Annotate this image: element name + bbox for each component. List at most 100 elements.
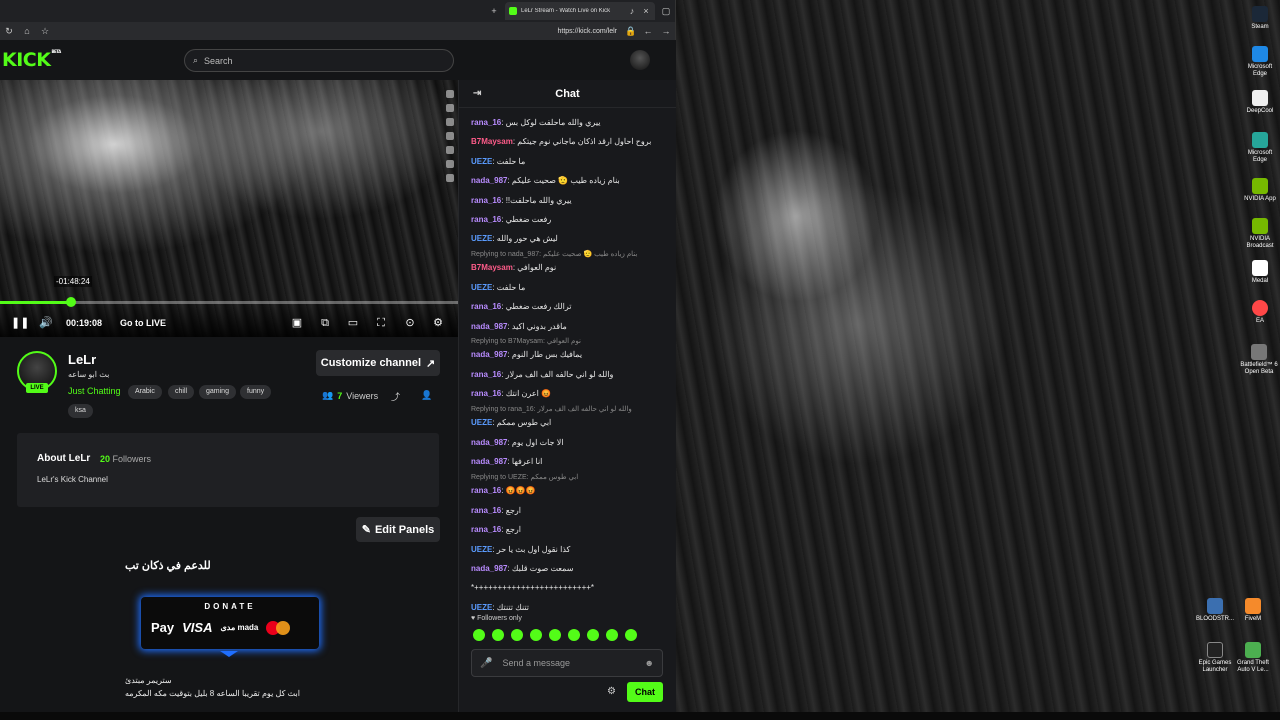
- chat-username[interactable]: rana_16: [471, 118, 501, 127]
- chat-username[interactable]: B7Maysam: [471, 137, 513, 146]
- desktop-icon-deepcool[interactable]: DeepCool: [1240, 90, 1280, 115]
- chat-username[interactable]: UEZE: [471, 418, 492, 427]
- desktop-icon-gta[interactable]: Grand Theft Auto V Le...: [1233, 642, 1273, 674]
- progress-bar[interactable]: [0, 297, 458, 307]
- go-to-live-button[interactable]: Go to LIVE: [120, 318, 166, 328]
- playback-icon[interactable]: ⊙: [403, 316, 417, 330]
- chat-username[interactable]: UEZE: [471, 283, 492, 292]
- followers-count: 20 Followers: [100, 454, 151, 464]
- reply-context[interactable]: Replying to UEZE: ابي طوس ممكم: [471, 473, 671, 483]
- browser-tab[interactable]: LeLr Stream - Watch Live on Kick ♪ ×: [505, 2, 655, 20]
- chat-username[interactable]: rana_16: [471, 506, 501, 515]
- desktop-icon-ea[interactable]: EA: [1240, 300, 1280, 325]
- miniplayer-icon[interactable]: ▣: [290, 316, 304, 330]
- chat-text: !!ييري والله ماحلفت: [505, 195, 572, 205]
- collapse-chat-icon[interactable]: ⇥: [473, 88, 481, 99]
- chat-settings-gear-icon[interactable]: ⚙: [607, 686, 616, 697]
- follow-icon[interactable]: 👤: [421, 390, 432, 401]
- emote-icon[interactable]: [473, 629, 485, 641]
- chat-input[interactable]: 🎤 Send a message ☻: [471, 649, 663, 677]
- chat-username[interactable]: UEZE: [471, 545, 492, 554]
- user-avatar[interactable]: [630, 50, 650, 70]
- desktop-icon-edge-2[interactable]: Microsoft Edge: [1240, 132, 1280, 164]
- settings-gear-icon[interactable]: ⚙: [431, 316, 445, 330]
- desktop-icon-battlefield[interactable]: Battlefield™ 6 Open Beta: [1236, 344, 1280, 376]
- chat-username[interactable]: UEZE: [471, 234, 492, 243]
- desktop-icon-epic[interactable]: Epic Games Launcher: [1195, 642, 1235, 674]
- back-icon[interactable]: ←: [643, 26, 653, 36]
- share-icon[interactable]: ⤴: [391, 390, 400, 403]
- emote-icon[interactable]: [625, 629, 637, 641]
- emote-icon[interactable]: [549, 629, 561, 641]
- chat-username[interactable]: UEZE: [471, 603, 492, 612]
- chat-username[interactable]: rana_16: [471, 302, 501, 311]
- tag-pill[interactable]: ksa: [68, 404, 93, 418]
- chat-username[interactable]: rana_16: [471, 196, 501, 205]
- desktop-icon-fivem[interactable]: FiveM: [1233, 598, 1273, 623]
- live-badge: LIVE: [26, 383, 48, 393]
- donate-panel[interactable]: DONATE Pay VISA مدى mada: [141, 597, 319, 649]
- url-field[interactable]: https://kick.com/lelr: [557, 28, 617, 35]
- theater-mode-icon[interactable]: ▭: [346, 316, 360, 330]
- search-input[interactable]: ⌕ Search: [184, 49, 454, 72]
- home-icon[interactable]: ⌂: [22, 26, 32, 36]
- category-link[interactable]: Just Chatting: [68, 386, 121, 396]
- chat-username[interactable]: nada_987: [471, 350, 507, 359]
- clip-icon[interactable]: ⧉: [318, 316, 332, 330]
- chat-username[interactable]: rana_16: [471, 370, 501, 379]
- video-player[interactable]: -01:48:24 ❚❚ 🔊 00:19:08 Go to LIVE ▣ ⧉ ▭…: [0, 80, 458, 337]
- overlay-icon: [446, 132, 454, 140]
- customize-channel-button[interactable]: Customize channel ↗: [316, 350, 440, 376]
- desktop-icon-bloodstrike[interactable]: BLOODSTR...: [1195, 598, 1235, 623]
- emote-icon[interactable]: [530, 629, 542, 641]
- new-tab-icon[interactable]: +: [489, 6, 499, 16]
- refresh-icon[interactable]: ↻: [4, 26, 14, 37]
- chat-username[interactable]: rana_16: [471, 486, 501, 495]
- progress-knob[interactable]: [65, 297, 76, 307]
- fullscreen-icon[interactable]: ⛶: [374, 316, 388, 330]
- chat-username[interactable]: rana_16: [471, 389, 501, 398]
- desktop-icon-edge[interactable]: Microsoft Edge: [1240, 46, 1280, 78]
- edit-panels-button[interactable]: ✎ Edit Panels: [356, 517, 440, 542]
- emote-icon[interactable]: [568, 629, 580, 641]
- chat-username[interactable]: nada_987: [471, 322, 507, 331]
- emote-icon[interactable]: [606, 629, 618, 641]
- reply-context[interactable]: Replying to nada_987: بنام زياده طيب 🫡 ص…: [471, 250, 671, 260]
- tag-pill[interactable]: chill: [168, 385, 195, 399]
- emoji-icon[interactable]: ☻: [645, 658, 654, 668]
- volume-icon[interactable]: 🔊: [39, 316, 53, 330]
- chat-username[interactable]: nada_987: [471, 457, 507, 466]
- emote-icon[interactable]: [492, 629, 504, 641]
- chat-username[interactable]: nada_987: [471, 564, 507, 573]
- pause-icon[interactable]: ❚❚: [11, 316, 29, 330]
- close-tab-icon[interactable]: ×: [641, 6, 651, 16]
- send-chat-button[interactable]: Chat: [627, 682, 663, 702]
- reply-context[interactable]: Replying to B7Maysam: نوم العوافي: [471, 337, 671, 347]
- tag-pill[interactable]: funny: [240, 385, 272, 399]
- chat-message-line: nada_987: ماقدر بدوني اكيد: [471, 322, 567, 331]
- desktop-icon-medal[interactable]: Medal: [1240, 260, 1280, 285]
- tag-pill[interactable]: Arabic: [128, 385, 162, 399]
- channel-name[interactable]: LeLr: [68, 352, 96, 367]
- star-icon[interactable]: ☆: [40, 26, 50, 37]
- emote-icon[interactable]: [511, 629, 523, 641]
- forward-icon[interactable]: →: [661, 26, 671, 36]
- desktop-icon-nvidia-app[interactable]: NVIDIA App: [1240, 178, 1280, 203]
- emote-icon[interactable]: [587, 629, 599, 641]
- desktop-icon-steam[interactable]: Steam: [1240, 6, 1280, 31]
- chat-username[interactable]: rana_16: [471, 525, 501, 534]
- chat-username[interactable]: UEZE: [471, 157, 492, 166]
- speaker-icon[interactable]: ♪: [627, 6, 637, 16]
- tag-pill[interactable]: gaming: [199, 385, 236, 399]
- kick-logo[interactable]: KICKBETA: [2, 49, 61, 71]
- mic-icon[interactable]: 🎤: [480, 658, 492, 669]
- desktop-icon-nvidia-broadcast[interactable]: NVIDIA Broadcast: [1240, 218, 1280, 250]
- overlay-icon: [446, 174, 454, 182]
- reply-context[interactable]: Replying to rana_16: والله لو اني حالفه …: [471, 405, 671, 415]
- chat-username[interactable]: nada_987: [471, 438, 507, 447]
- chat-username[interactable]: B7Maysam: [471, 263, 513, 272]
- window-icon[interactable]: ▢: [661, 6, 671, 17]
- chat-username[interactable]: rana_16: [471, 215, 501, 224]
- chat-messages: rana_16: ييري والله ماحلفت لوكل بس B7Mays…: [471, 113, 671, 617]
- chat-username[interactable]: nada_987: [471, 176, 507, 185]
